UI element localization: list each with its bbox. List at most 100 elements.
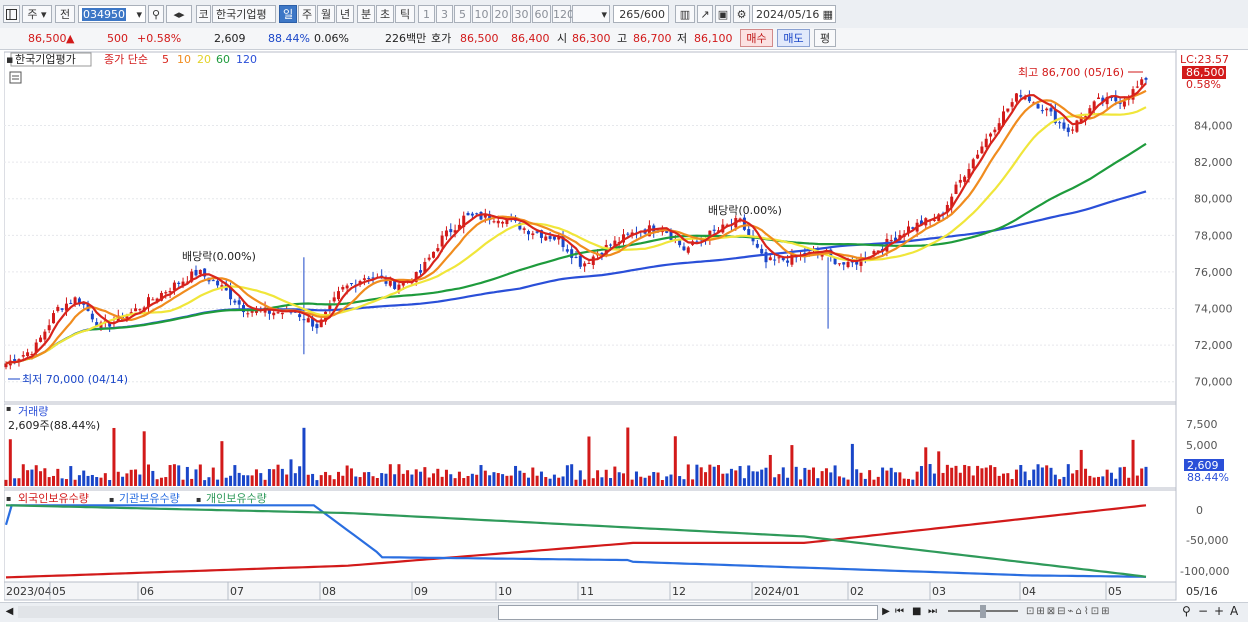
stock-code-input[interactable]: 034950 ▾ <box>78 5 146 23</box>
interval-20[interactable]: 20 <box>492 5 511 23</box>
calendar-icon[interactable]: ▦ <box>823 6 833 24</box>
volume-bar <box>34 465 38 486</box>
draw-tools-icons[interactable]: ⊡⊞⊠⊟⌁⌂⌇⊡⊞ <box>1026 605 1156 619</box>
buy-button[interactable]: 매수 <box>740 29 773 47</box>
period-second[interactable]: 초 <box>376 5 394 23</box>
save-icon[interactable]: ▣ <box>715 5 731 23</box>
data-count-input[interactable]: 265/600 <box>613 5 669 23</box>
code-dropdown-icon[interactable]: ▾ <box>136 6 142 24</box>
volume-bar <box>349 468 353 486</box>
legend-stock-name: 한국기업평가 <box>15 53 76 66</box>
interval-1[interactable]: 1 <box>418 5 435 23</box>
x-axis-label: 2023/04 <box>6 585 52 598</box>
zoom-slider-handle[interactable] <box>980 605 986 618</box>
candle-body <box>522 228 526 230</box>
speaker-icon[interactable]: ◂▸ <box>166 5 192 23</box>
period-week[interactable]: 주 <box>298 5 316 23</box>
volume-bar <box>945 464 949 486</box>
interval-60[interactable]: 60 <box>532 5 551 23</box>
volume-bar <box>833 465 837 486</box>
period-month[interactable]: 월 <box>317 5 335 23</box>
volume-bar <box>56 468 60 486</box>
volume-bar <box>535 475 539 486</box>
code-badge[interactable]: 코 <box>196 5 211 23</box>
indicator-icon[interactable]: ▥ <box>675 5 695 23</box>
interval-5[interactable]: 5 <box>454 5 471 23</box>
period-minute[interactable]: 분 <box>357 5 375 23</box>
stop-icon[interactable]: ■ <box>912 605 924 619</box>
gear-icon[interactable]: ⚙ <box>733 5 750 23</box>
candle-body <box>889 239 893 241</box>
volume-bar <box>311 473 315 486</box>
zoom-out-icon[interactable]: − <box>1198 604 1210 619</box>
prev-button[interactable]: 전 <box>55 5 75 23</box>
interval-10[interactable]: 10 <box>472 5 491 23</box>
volume-bar <box>898 472 902 486</box>
volume-bar <box>177 465 181 486</box>
stock-code-text: 034950 <box>82 8 126 21</box>
candle-body <box>609 244 613 246</box>
scroll-right-icon[interactable]: ▶ <box>880 605 892 619</box>
volume-bar <box>656 472 660 486</box>
layout-icon[interactable] <box>3 5 20 23</box>
date-input[interactable]: 2024/05/16 ▦ <box>752 5 836 23</box>
period-day[interactable]: 일 <box>279 5 297 23</box>
volume-bar <box>315 480 319 486</box>
candle-body <box>501 221 505 224</box>
interval-120[interactable]: 120 <box>552 5 574 23</box>
x-axis-label: 05/16 <box>1186 585 1218 598</box>
volume-bar <box>673 436 677 486</box>
zoom-in-icon[interactable]: ⚲ <box>1182 604 1196 619</box>
interval-30[interactable]: 30 <box>512 5 531 23</box>
volume-bar <box>907 478 910 486</box>
sell-button[interactable]: 매도 <box>777 29 810 47</box>
volume-bar <box>704 472 708 486</box>
volume-bar <box>306 474 310 486</box>
scroll-track[interactable] <box>18 606 498 618</box>
volume-bar <box>440 476 444 486</box>
period-tick[interactable]: 틱 <box>395 5 415 23</box>
volume-bar <box>552 474 556 486</box>
last-page-icon[interactable]: ⏭ <box>928 605 940 619</box>
volume-bar <box>488 475 492 486</box>
market-select[interactable]: 주 ▾ <box>22 5 52 23</box>
search-icon[interactable]: ⚲ <box>148 5 164 23</box>
candle-body <box>427 257 431 260</box>
volume-bar <box>155 479 159 486</box>
interval-3[interactable]: 3 <box>436 5 453 23</box>
candle-body <box>315 324 319 329</box>
volume-bar <box>444 469 448 486</box>
calculator-icon[interactable] <box>9 71 22 84</box>
volume-bar <box>915 471 919 486</box>
volume-bar <box>997 475 1001 486</box>
volume-bar <box>375 478 379 486</box>
volume-bar <box>242 475 245 486</box>
volume-bar <box>224 477 228 486</box>
volume-bar <box>859 472 863 486</box>
volume-bar <box>371 476 375 486</box>
period-year[interactable]: 년 <box>336 5 354 23</box>
volume-bar <box>229 475 233 486</box>
volume-bar <box>462 478 466 486</box>
volume-bar <box>52 475 55 486</box>
font-size-icon[interactable]: A <box>1230 604 1242 619</box>
scroll-thumb[interactable] <box>498 605 878 620</box>
first-page-icon[interactable]: ⏮ <box>895 605 907 619</box>
draw-tool-icon[interactable]: ↗ <box>697 5 713 23</box>
dividend-note-1: 배당락(0.00%) <box>182 250 256 263</box>
volume-bar <box>686 464 690 486</box>
volume-bar <box>937 451 941 486</box>
eval-button[interactable]: 평 <box>814 29 836 47</box>
svg-text:▪: ▪ <box>109 495 114 504</box>
legend-institution: 기관보유수량 <box>119 492 180 505</box>
volume-bar <box>587 436 591 486</box>
scroll-left-icon[interactable]: ◀ <box>3 605 16 619</box>
volume-bar <box>147 464 150 486</box>
plus-icon[interactable]: + <box>1214 604 1226 619</box>
interval-input[interactable]: ▾ <box>572 5 610 23</box>
legend-ma10: 10 <box>177 53 191 66</box>
price-axis-label: 78,000 <box>1194 229 1233 242</box>
volume-bar <box>518 470 522 486</box>
candle-body <box>216 280 220 286</box>
volume-bar <box>630 479 634 486</box>
